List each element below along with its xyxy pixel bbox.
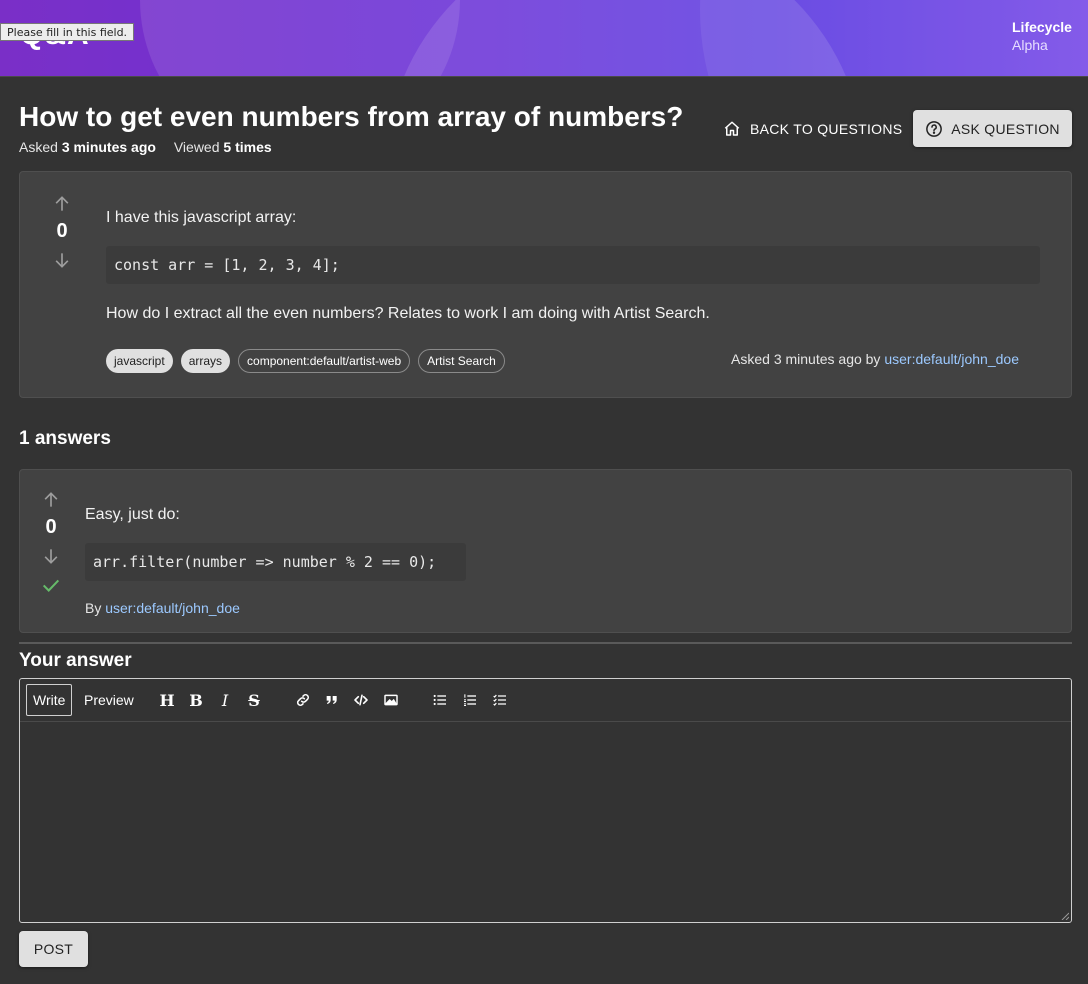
help-circle-icon [926, 120, 943, 137]
answer-author-line: By user:default/john_doe [85, 600, 240, 616]
author-link[interactable]: user:default/john_doe [884, 351, 1019, 367]
answer-score: 0 [45, 516, 57, 538]
viewed-value: 5 times [223, 139, 272, 155]
answer-text: Easy, just do: [85, 506, 180, 523]
page-title: How to get even numbers from array of nu… [19, 101, 684, 132]
checklist-icon[interactable] [490, 690, 510, 710]
ask-button-label: ASK QUESTION [951, 120, 1060, 137]
code-icon[interactable] [351, 690, 371, 710]
bold-icon[interactable]: B [186, 690, 206, 710]
lifecycle-value: Alpha [1012, 37, 1048, 53]
back-button-label: BACK TO QUESTIONS [750, 121, 903, 137]
downvote-arrow-icon[interactable] [52, 250, 72, 270]
question-author-line: Asked 3 minutes ago by user:default/john… [731, 351, 1019, 367]
answer-card: 0 Easy, just do: arr.filter(number => nu… [19, 469, 1072, 633]
strikethrough-icon[interactable]: S [244, 690, 264, 710]
home-icon [724, 121, 740, 136]
question-code-block: const arr = [1, 2, 3, 4]; [106, 246, 1040, 284]
asked-value: 3 minutes ago [61, 139, 156, 155]
answer-vote-panel: 0 [36, 490, 66, 596]
downvote-arrow-icon[interactable] [41, 546, 61, 566]
upvote-arrow-icon[interactable] [52, 194, 72, 214]
answer-input[interactable] [20, 723, 1071, 922]
question-tags: javascript arrays component:default/arti… [106, 349, 505, 373]
validation-tooltip: Please fill in this field. [0, 23, 135, 41]
tab-write[interactable]: Write [26, 684, 73, 716]
quote-icon[interactable] [322, 690, 342, 710]
question-body-outro: How do I extract all the even numbers? R… [106, 305, 710, 322]
your-answer-heading: Your answer [19, 650, 132, 671]
answers-count-heading: 1 answers [19, 428, 111, 449]
answer-by-prefix: By [85, 600, 102, 616]
answer-author-link[interactable]: user:default/john_doe [105, 600, 240, 616]
entity-tag-chip[interactable]: Artist Search [418, 349, 505, 373]
italic-icon[interactable]: I [215, 690, 235, 710]
bullet-list-icon[interactable] [430, 690, 450, 710]
question-score: 0 [56, 220, 68, 242]
resize-handle-icon[interactable] [1061, 912, 1069, 920]
heading-icon[interactable]: H [157, 690, 177, 710]
question-meta: Asked 3 minutes ago Viewed 5 times [19, 139, 272, 155]
section-divider [19, 642, 1072, 644]
question-card: 0 I have this javascript array: const ar… [19, 171, 1072, 398]
answer-code-block: arr.filter(number => number % 2 == 0); [85, 543, 466, 581]
upvote-arrow-icon[interactable] [41, 490, 61, 510]
question-vote-panel: 0 [47, 194, 77, 270]
tag-chip[interactable]: arrays [180, 349, 231, 373]
ask-question-button[interactable]: ASK QUESTION [913, 110, 1072, 147]
accepted-check-icon [42, 579, 60, 592]
lifecycle-label: Lifecycle [1012, 19, 1072, 35]
question-body-intro: I have this javascript array: [106, 209, 297, 226]
asked-label: Asked [19, 139, 58, 155]
image-icon[interactable] [381, 690, 401, 710]
asked-by-prefix: Asked 3 minutes ago by [731, 351, 881, 367]
post-button[interactable]: POST [19, 931, 88, 967]
link-icon[interactable] [293, 690, 313, 710]
back-to-questions-button[interactable]: BACK TO QUESTIONS [713, 112, 912, 146]
markdown-editor: Write Preview H B I S [19, 678, 1072, 923]
entity-tag-chip[interactable]: component:default/artist-web [238, 349, 411, 373]
page-header: Q&A Lifecycle Alpha [0, 0, 1088, 77]
tab-preview[interactable]: Preview [78, 684, 140, 716]
viewed-label: Viewed [173, 139, 220, 155]
editor-toolbar: Write Preview H B I S [20, 679, 1071, 722]
numbered-list-icon[interactable] [460, 690, 480, 710]
lifecycle-info: Lifecycle Alpha [1012, 18, 1072, 54]
tag-chip[interactable]: javascript [106, 349, 173, 373]
